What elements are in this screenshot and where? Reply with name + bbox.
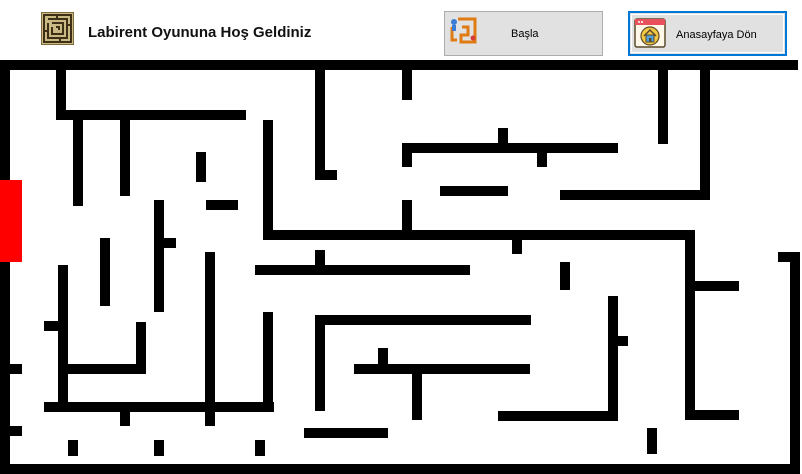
maze-wall (608, 296, 618, 418)
maze-wall (56, 110, 246, 120)
maze-wall (206, 200, 238, 210)
maze-wall (196, 152, 206, 182)
maze-wall (498, 128, 508, 148)
maze-wall (136, 322, 146, 372)
maze-wall (44, 321, 64, 331)
maze-wall (560, 262, 570, 290)
maze-wall (647, 428, 657, 454)
maze-wall (440, 186, 508, 196)
maze-wall (315, 250, 325, 270)
maze-wall (205, 402, 215, 426)
maze-wall (512, 238, 522, 254)
maze-wall (255, 265, 470, 275)
maze-wall (412, 364, 422, 420)
maze-wall (695, 281, 739, 291)
maze-wall (378, 348, 388, 366)
maze-wall (402, 200, 412, 238)
maze-wall (58, 364, 146, 374)
maze-wall (263, 312, 273, 412)
maze-wall (263, 120, 273, 238)
maze-wall (120, 402, 130, 426)
maze-wall (0, 60, 798, 70)
maze-wall (315, 315, 531, 325)
maze-wall (73, 118, 83, 206)
maze-wall (304, 428, 388, 438)
maze-wall (0, 60, 10, 474)
maze-wall (154, 238, 176, 248)
maze-wall (154, 440, 164, 456)
maze-wall (778, 252, 800, 262)
maze-wall (154, 200, 164, 312)
maze-wall (44, 402, 274, 412)
maze-wall (58, 265, 68, 405)
maze-wall (205, 252, 215, 426)
maze-exit-marker (0, 180, 22, 262)
maze-wall (10, 364, 22, 374)
maze-wall (255, 440, 265, 456)
maze-wall (263, 230, 693, 240)
maze-wall (658, 68, 668, 144)
maze-wall (608, 336, 628, 346)
maze-board (0, 60, 800, 474)
maze-wall (315, 170, 337, 180)
maze-wall (790, 260, 800, 474)
maze-wall (120, 118, 130, 196)
maze-wall (315, 315, 325, 411)
maze-wall (402, 68, 412, 100)
maze-wall (498, 411, 618, 421)
maze-wall (315, 68, 325, 180)
maze-wall (100, 238, 110, 306)
maze-wall (685, 410, 739, 420)
maze-wall (402, 143, 618, 153)
maze-wall (68, 440, 78, 456)
maze-wall (10, 426, 22, 436)
maze-wall (0, 464, 798, 474)
maze-wall (685, 230, 695, 420)
maze-wall (700, 68, 710, 200)
maze-wall (560, 190, 710, 200)
maze-wall (537, 143, 547, 167)
